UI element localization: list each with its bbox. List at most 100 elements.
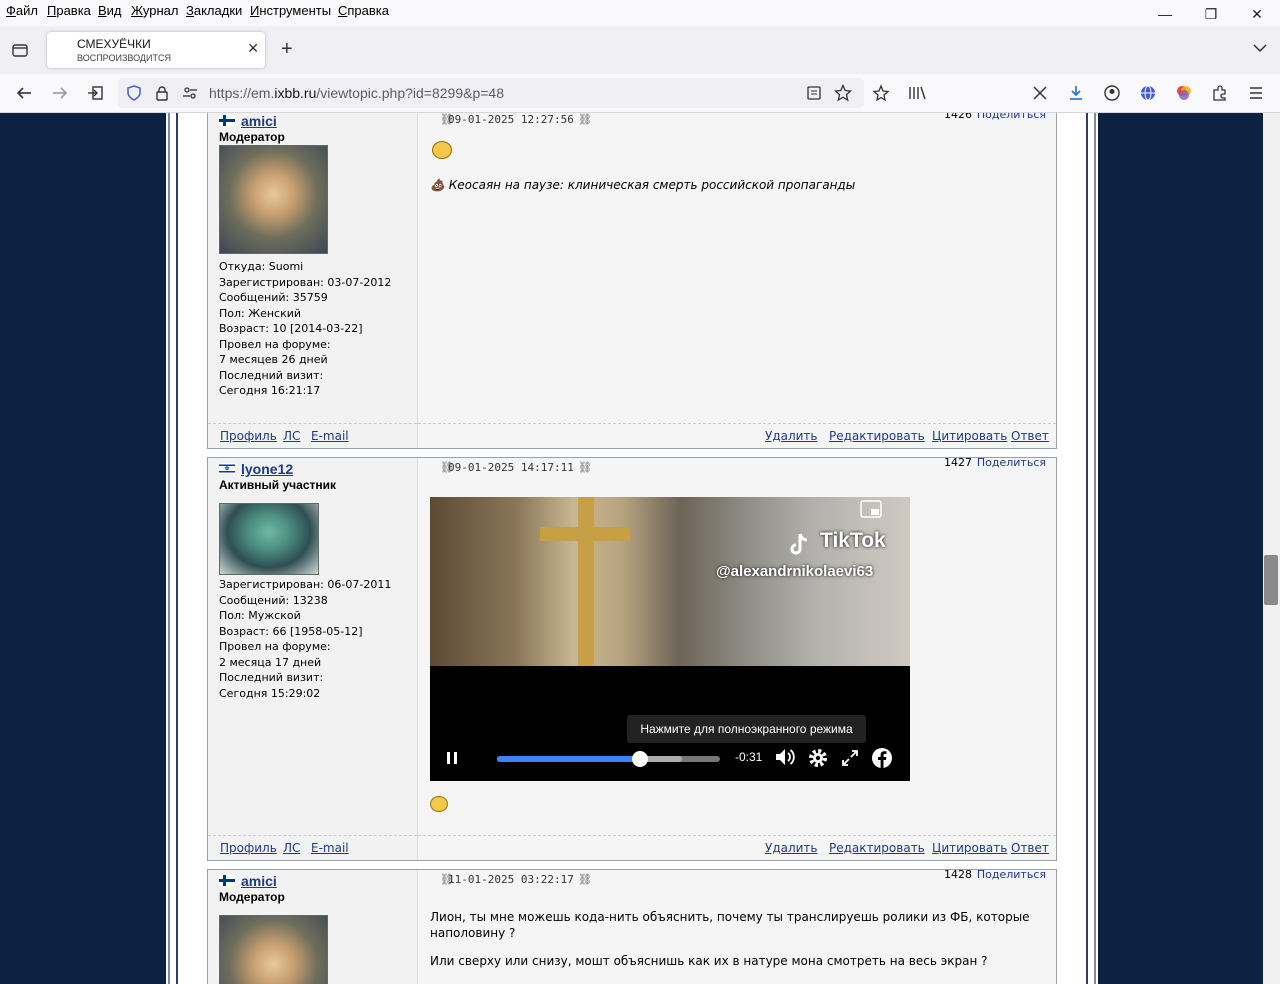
- post-body: ⛓ 11-01-2025 03:22:17 ⛓ 1428 Поделиться …: [418, 868, 1056, 984]
- extensions-puzzle-icon[interactable]: [1209, 82, 1231, 104]
- pm-link[interactable]: ЛС: [283, 429, 300, 443]
- post-date-link[interactable]: 11-01-2025 03:22:17: [448, 873, 574, 886]
- nav-bar: https://em.ixbb.ru/viewtopic.php?id=8299…: [0, 74, 1280, 113]
- account-icon[interactable]: [1101, 82, 1123, 104]
- permissions-icon[interactable]: [182, 85, 198, 101]
- menu-help[interactable]: Справка: [338, 3, 389, 18]
- library-icon[interactable]: [906, 82, 928, 104]
- tab-active[interactable]: СМЕХУЁЧКИ ВОСПРОИЗВОДИТСЯ ✕: [47, 32, 265, 68]
- post-1426: amici Модератор Откуда: Suomi Зарегистрир…: [207, 113, 1057, 449]
- hamburger-menu-icon[interactable]: [1245, 82, 1267, 104]
- tiktok-handle: @alexandrnikolaevi63: [716, 563, 874, 580]
- email-link[interactable]: E-mail: [311, 429, 349, 443]
- bookmark-star-icon[interactable]: [833, 83, 853, 102]
- menu-bookmarks[interactable]: Закладки: [186, 3, 242, 18]
- author-info: Зарегистрирован: 06-07-2011 Сообщений: 13…: [219, 578, 392, 700]
- stop-icon[interactable]: [1029, 82, 1051, 104]
- save-to-pocket-icon[interactable]: [870, 82, 892, 104]
- quote-link[interactable]: Цитировать: [932, 429, 1007, 443]
- post-text: 💩 Кеосаян на паузе: клиническая смерть р…: [430, 178, 856, 192]
- share-link[interactable]: Поделиться: [977, 868, 1046, 881]
- pause-icon[interactable]: [445, 750, 459, 766]
- facebook-icon[interactable]: [871, 747, 893, 769]
- post-1428: amici Модератор ⛓ 11-01-2025 03:22:17 ⛓ …: [207, 868, 1057, 984]
- page-scrollbar[interactable]: [1263, 113, 1280, 984]
- author-name-link[interactable]: amici: [241, 113, 277, 129]
- menu-edit[interactable]: Правка: [47, 3, 91, 18]
- list-tabs-icon[interactable]: [1252, 40, 1268, 56]
- menu-file[interactable]: Файл: [6, 3, 38, 18]
- tab-overview-icon[interactable]: [11, 41, 29, 59]
- back-icon[interactable]: [13, 82, 35, 104]
- fullscreen-tooltip: Нажмите для полноэкранного режима: [627, 715, 866, 743]
- picture-in-picture-icon[interactable]: [860, 500, 882, 518]
- post-text-line: Или сверху или снизу, мошт объяснишь как…: [430, 954, 988, 968]
- post-header: ⛓ 09-01-2025 14:17:11 ⛓ 1427 Поделиться: [418, 456, 1056, 482]
- vpn-globe-icon[interactable]: [1137, 82, 1159, 104]
- menu-history[interactable]: Журнал: [131, 3, 178, 18]
- menu-tools[interactable]: Инструменты: [250, 3, 331, 18]
- reply-link[interactable]: Ответ: [1011, 429, 1049, 443]
- seek-bar[interactable]: [497, 751, 720, 767]
- delete-link[interactable]: Удалить: [765, 841, 818, 855]
- pm-link[interactable]: ЛС: [283, 841, 300, 855]
- post-author-panel: amici Модератор Откуда: Suomi Зарегистрир…: [208, 113, 418, 448]
- color-extension-icon[interactable]: [1173, 82, 1195, 104]
- right-border-decoration: [1070, 113, 1100, 984]
- post-number[interactable]: 1427: [944, 456, 972, 469]
- finland-flag-icon: [219, 115, 235, 126]
- lock-icon[interactable]: [154, 85, 170, 101]
- fullscreen-icon[interactable]: [841, 749, 859, 767]
- author-name-link[interactable]: lyone12: [241, 461, 293, 477]
- video-cross-detail: [578, 497, 594, 666]
- restore-button[interactable]: ❐: [1188, 0, 1234, 28]
- delete-link[interactable]: Удалить: [765, 429, 818, 443]
- downloads-icon[interactable]: [1065, 82, 1087, 104]
- post-number[interactable]: 1428: [944, 868, 972, 881]
- forward-icon[interactable]: [49, 82, 71, 104]
- left-border-decoration: [164, 113, 194, 984]
- tab-close-icon[interactable]: ✕: [247, 40, 259, 57]
- link-icon[interactable]: ⛓: [578, 461, 592, 474]
- post-date-link[interactable]: 09-01-2025 14:17:11: [448, 461, 574, 474]
- shield-icon[interactable]: [126, 85, 142, 101]
- link-icon[interactable]: ⛓: [578, 113, 592, 126]
- laughing-smiley-icon: [432, 141, 452, 159]
- reply-link[interactable]: Ответ: [1011, 841, 1049, 855]
- author-name-link[interactable]: amici: [241, 873, 277, 889]
- edit-link[interactable]: Редактировать: [829, 841, 925, 855]
- share-link[interactable]: Поделиться: [977, 113, 1046, 121]
- forum-content: amici Модератор Откуда: Suomi Зарегистрир…: [194, 113, 1070, 984]
- share-link[interactable]: Поделиться: [977, 456, 1046, 469]
- quote-link[interactable]: Цитировать: [932, 841, 1007, 855]
- post-1427: lyone12 Активный участник Зарегистрирова…: [207, 456, 1057, 861]
- menu-view[interactable]: Вид: [98, 3, 122, 18]
- post-actions: Удалить Редактировать Цитировать Ответ: [418, 423, 1056, 448]
- settings-gear-icon[interactable]: [807, 747, 829, 769]
- time-remaining: -0:31: [735, 750, 763, 764]
- new-tab-button[interactable]: +: [281, 38, 293, 61]
- reader-sign-in-icon[interactable]: [85, 82, 107, 104]
- post-date-link[interactable]: 09-01-2025 12:27:56: [448, 113, 574, 126]
- reader-view-icon[interactable]: [806, 85, 822, 101]
- minimize-button[interactable]: —: [1142, 0, 1188, 28]
- post-text-line: наполовину ?: [430, 926, 516, 940]
- url-bar[interactable]: https://em.ixbb.ru/viewtopic.php?id=8299…: [118, 78, 864, 108]
- link-icon[interactable]: ⛓: [578, 873, 592, 886]
- seek-handle[interactable]: [631, 751, 648, 767]
- profile-link[interactable]: Профиль: [220, 841, 277, 855]
- post-text-line: Лион, ты мне можешь кода-нить объяснить,…: [430, 910, 1030, 924]
- edit-link[interactable]: Редактировать: [829, 429, 925, 443]
- post-body: ⛓ 09-01-2025 12:27:56 ⛓ 1426 Поделиться …: [418, 113, 1056, 448]
- post-body: ⛓ 09-01-2025 14:17:11 ⛓ 1427 Поделиться: [418, 456, 1056, 860]
- profile-link[interactable]: Профиль: [220, 429, 277, 443]
- post-number[interactable]: 1426: [944, 113, 972, 121]
- video-frame[interactable]: TikTok @alexandrnikolaevi63: [430, 497, 910, 666]
- scrollbar-thumb[interactable]: [1264, 555, 1278, 605]
- close-window-button[interactable]: ✕: [1234, 0, 1280, 28]
- email-link[interactable]: E-mail: [311, 841, 349, 855]
- video-player[interactable]: TikTok @alexandrnikolaevi63 Нажмите для …: [430, 497, 910, 781]
- profile-links: Профиль ЛС E-mail: [208, 835, 417, 860]
- volume-icon[interactable]: [774, 746, 796, 768]
- url-text[interactable]: https://em.ixbb.ru/viewtopic.php?id=8299…: [209, 85, 504, 101]
